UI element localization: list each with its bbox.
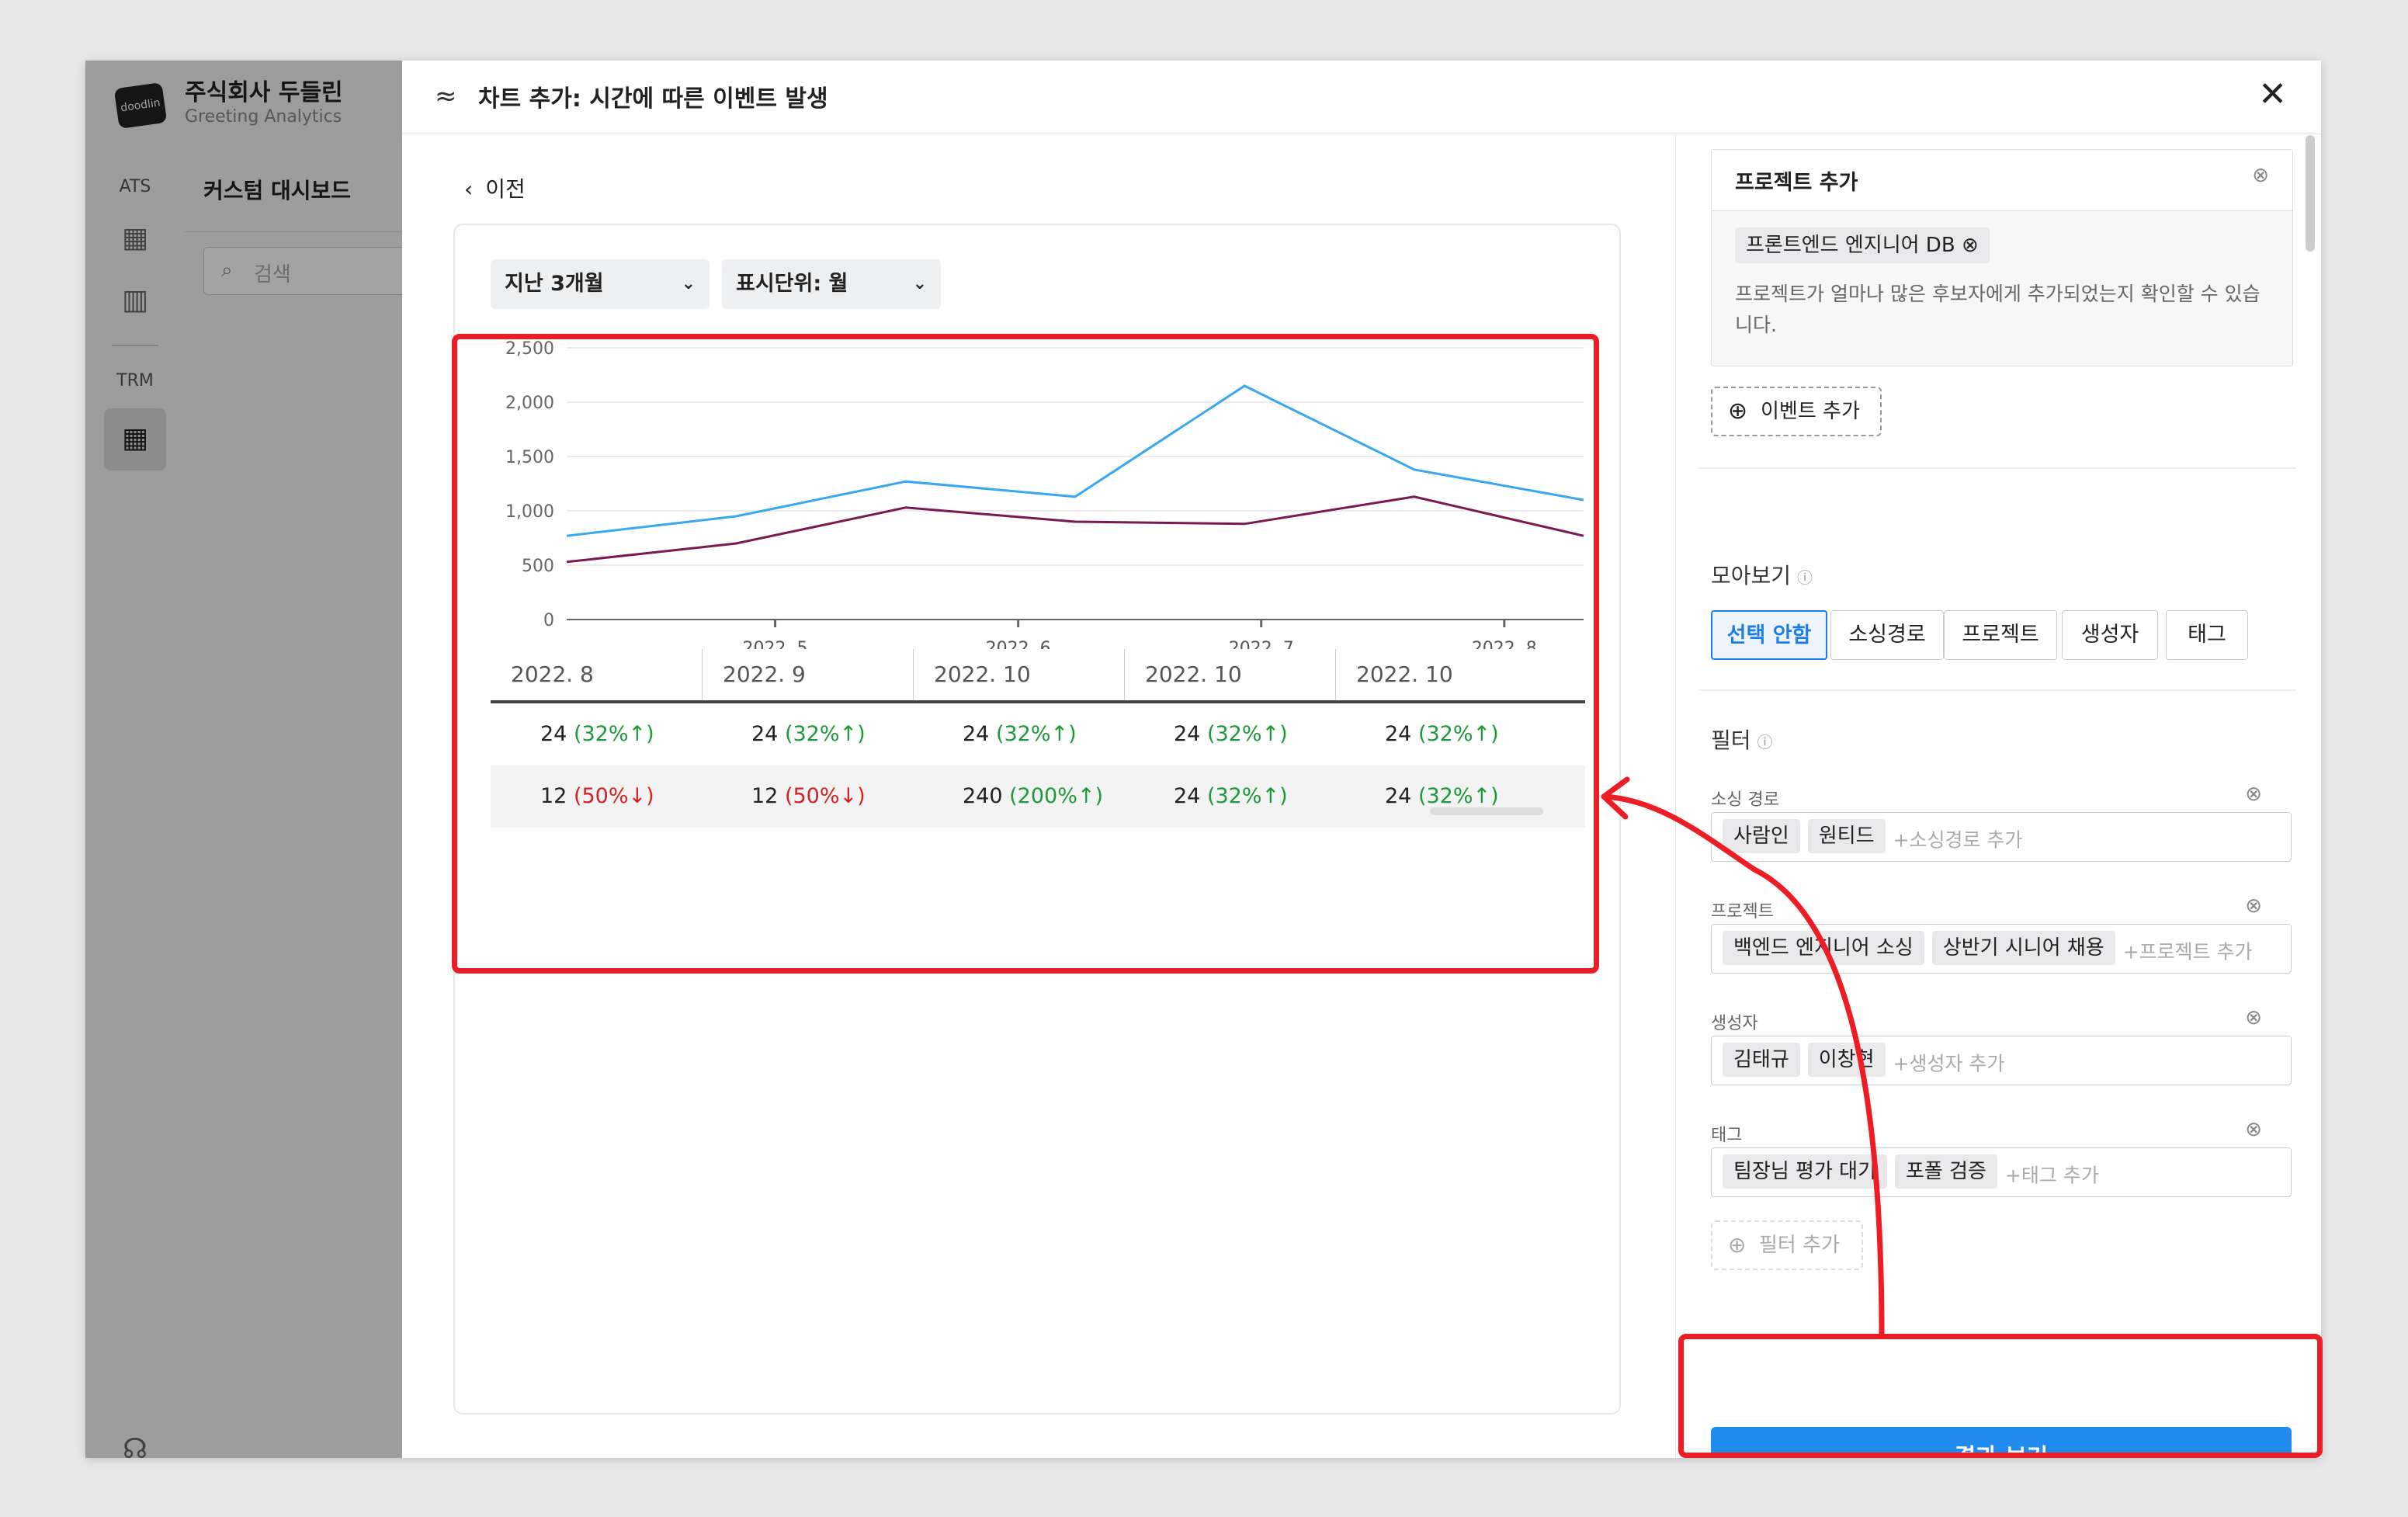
annotation-arrow — [1601, 776, 1885, 1336]
arrow-path — [1603, 793, 1885, 1336]
